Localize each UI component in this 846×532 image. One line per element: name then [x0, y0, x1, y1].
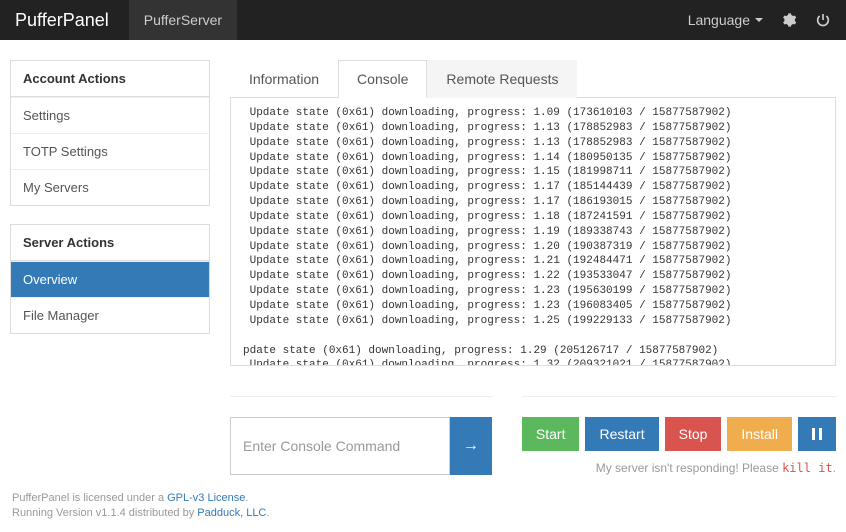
start-button[interactable]: Start	[522, 417, 580, 451]
power-icon[interactable]	[815, 12, 831, 28]
server-actions-heading: Server Actions	[11, 225, 209, 261]
tab-remote-requests[interactable]: Remote Requests	[427, 60, 577, 98]
server-name[interactable]: PufferServer	[129, 0, 237, 40]
navbar: PufferPanel PufferServer Language	[0, 0, 846, 40]
sidebar-item-file-manager[interactable]: File Manager	[11, 297, 209, 333]
pause-icon	[812, 428, 822, 440]
pause-button[interactable]	[798, 417, 836, 451]
server-actions-panel: Server Actions Overview File Manager	[10, 224, 210, 334]
restart-button[interactable]: Restart	[585, 417, 658, 451]
server-control-buttons: Start Restart Stop Install	[522, 417, 836, 451]
distributor-link[interactable]: Padduck, LLC	[197, 507, 266, 519]
chevron-down-icon	[755, 18, 763, 22]
sidebar-item-my-servers[interactable]: My Servers	[11, 169, 209, 205]
send-command-button[interactable]: →	[450, 417, 492, 475]
account-actions-panel: Account Actions Settings TOTP Settings M…	[10, 60, 210, 206]
license-link[interactable]: GPL-v3 License	[167, 492, 245, 504]
sidebar-item-overview[interactable]: Overview	[11, 261, 209, 297]
tab-information[interactable]: Information	[230, 60, 338, 98]
command-input-group: →	[230, 396, 492, 475]
kill-it-link[interactable]: kill it	[782, 461, 833, 475]
sidebar-item-settings[interactable]: Settings	[11, 97, 209, 133]
tabs: Information Console Remote Requests	[230, 60, 836, 98]
sidebar-item-totp-settings[interactable]: TOTP Settings	[11, 133, 209, 169]
brand[interactable]: PufferPanel	[15, 10, 109, 31]
language-label: Language	[688, 12, 750, 28]
main-content: Information Console Remote Requests Upda…	[230, 60, 836, 475]
console-output[interactable]: Update state (0x61) downloading, progres…	[230, 98, 836, 366]
stop-button[interactable]: Stop	[665, 417, 722, 451]
install-button[interactable]: Install	[727, 417, 792, 451]
sidebar: Account Actions Settings TOTP Settings M…	[10, 60, 210, 475]
cogs-icon[interactable]	[781, 12, 797, 28]
footer: PufferPanel is licensed under a GPL-v3 L…	[0, 485, 846, 532]
not-responding-text: My server isn't responding! Please kill …	[522, 461, 836, 475]
language-dropdown[interactable]: Language	[688, 12, 763, 28]
tab-console[interactable]: Console	[338, 60, 427, 98]
console-command-input[interactable]	[230, 417, 450, 475]
account-actions-heading: Account Actions	[11, 61, 209, 97]
